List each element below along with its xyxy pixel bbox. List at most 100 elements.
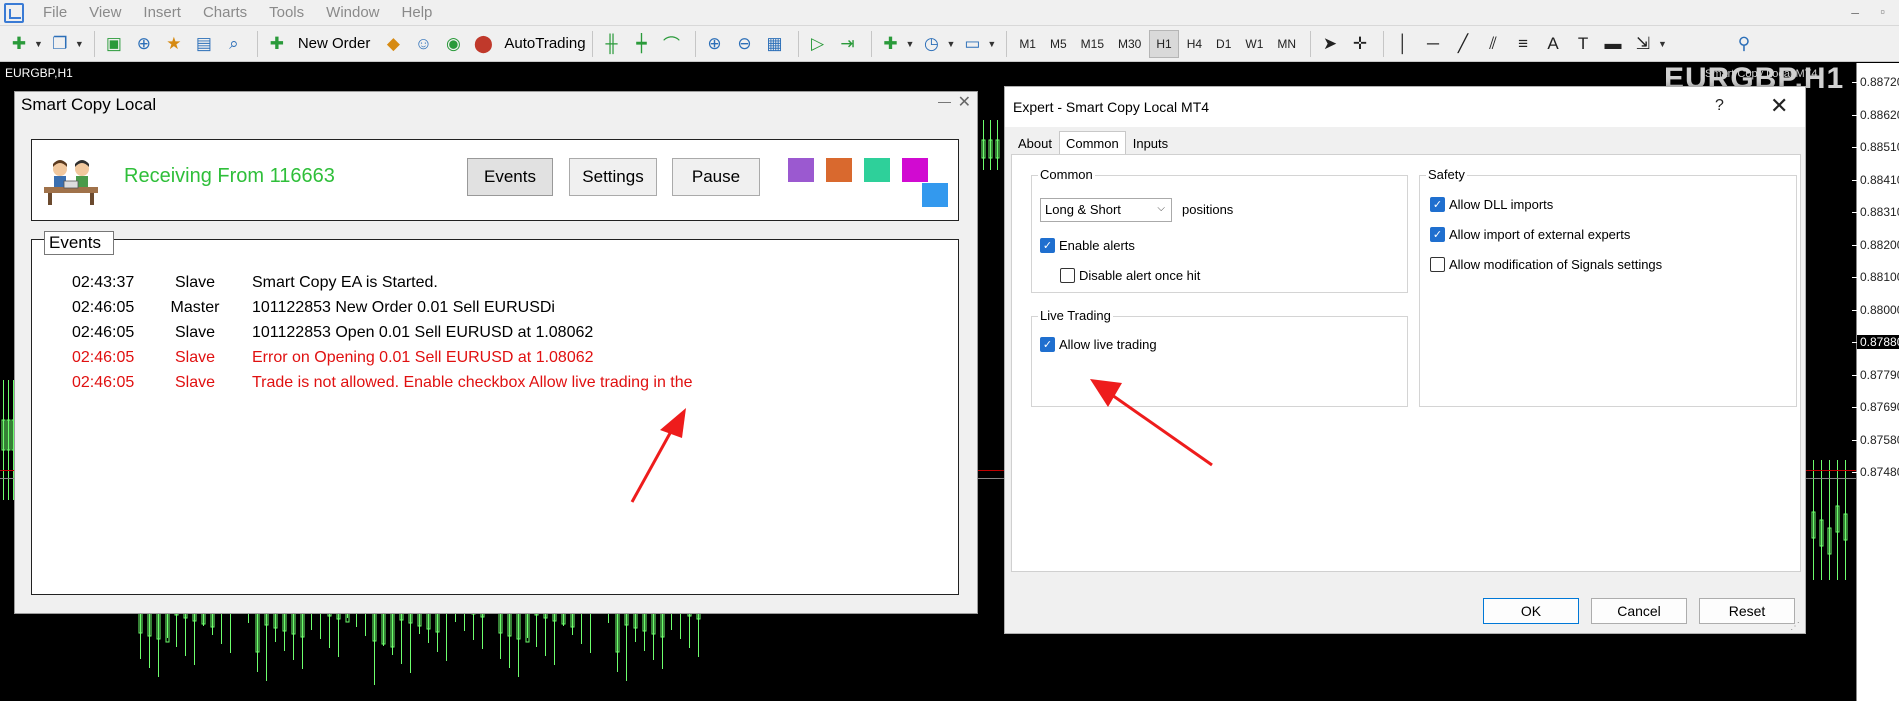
price-axis[interactable]: 0.88720 0.88620 0.88510 0.88410 0.88310 0.882…: [1852, 63, 1899, 701]
event-row: 02:46:05 Slave Error on Opening 0.01 Sel…: [32, 349, 952, 373]
navigator-icon[interactable]: ★: [161, 30, 187, 58]
color-swatch-purple[interactable]: [788, 158, 814, 182]
tab-inputs[interactable]: Inputs: [1126, 131, 1175, 155]
resize-grip-icon[interactable]: ⋰: [1790, 621, 1800, 632]
timeframe-m5[interactable]: M5: [1044, 31, 1073, 57]
timeframe-h1[interactable]: H1: [1149, 29, 1179, 58]
event-time: 02:46:05: [72, 374, 135, 391]
zoom-out-icon[interactable]: ⊖: [732, 30, 758, 58]
window-minimize-button[interactable]: –: [1851, 4, 1859, 20]
price-tick-label: 0.87690: [1852, 400, 1899, 414]
menu-insert[interactable]: Insert: [132, 4, 192, 21]
enable-alerts-checkbox[interactable]: ✓ Enable alerts: [1040, 238, 1135, 253]
indicators-icon[interactable]: ✚: [878, 30, 904, 58]
cancel-button[interactable]: Cancel: [1591, 598, 1687, 624]
checkbox-box[interactable]: [1060, 268, 1075, 283]
channel-icon[interactable]: ⫽: [1480, 30, 1506, 58]
vertical-line-icon[interactable]: │: [1390, 30, 1416, 58]
tile-windows-icon[interactable]: ▦: [762, 30, 788, 58]
event-time: 02:43:37: [72, 274, 135, 291]
trendline-icon[interactable]: ╱: [1450, 30, 1476, 58]
templates-icon[interactable]: ▭: [959, 30, 985, 58]
tab-about[interactable]: About: [1011, 131, 1059, 155]
crosshair-tool-icon[interactable]: ✛: [1347, 30, 1373, 58]
autotrading-icon[interactable]: ⬤: [470, 30, 496, 58]
new-order-icon[interactable]: ✚: [264, 30, 290, 58]
event-time: 02:46:05: [72, 324, 135, 341]
text-label-icon[interactable]: T: [1570, 30, 1596, 58]
periods-icon[interactable]: ◷: [918, 30, 944, 58]
timeframe-w1[interactable]: W1: [1239, 31, 1269, 57]
disable-alert-once-checkbox[interactable]: Disable alert once hit: [1060, 268, 1200, 283]
market-icon[interactable]: ◉: [440, 30, 466, 58]
timeframe-m30[interactable]: M30: [1112, 31, 1147, 57]
pause-button[interactable]: Pause: [672, 158, 760, 196]
color-swatch-blue[interactable]: [922, 183, 948, 207]
checkbox-box[interactable]: ✓: [1040, 238, 1055, 253]
text-icon[interactable]: A: [1540, 30, 1566, 58]
color-swatch-orange[interactable]: [826, 158, 852, 182]
menu-file[interactable]: File: [32, 4, 78, 21]
terminal-icon[interactable]: ▤: [191, 30, 217, 58]
candle-wick: [990, 120, 991, 170]
color-swatch-teal[interactable]: [864, 158, 890, 182]
window-restore-button[interactable]: ▫: [1880, 4, 1885, 19]
autotrading-button[interactable]: AutoTrading: [504, 35, 585, 52]
allow-live-trading-checkbox[interactable]: ✓ Allow live trading: [1040, 337, 1157, 352]
timeframe-mn[interactable]: MN: [1271, 31, 1302, 57]
menu-tools[interactable]: Tools: [258, 4, 315, 21]
checkbox-box[interactable]: ✓: [1040, 337, 1055, 352]
allow-external-experts-label: Allow import of external experts: [1449, 227, 1631, 242]
timeframe-d1[interactable]: D1: [1210, 31, 1237, 57]
profiles-icon[interactable]: ❐: [47, 30, 73, 58]
price-tick-label: 0.88000: [1852, 303, 1899, 317]
events-panel: Events 02:43:37 Slave Smart Copy EA is S…: [31, 231, 959, 595]
chart-shift-icon[interactable]: ⇥: [835, 30, 861, 58]
crosshair-icon[interactable]: ⊕: [131, 30, 157, 58]
search-icon[interactable]: ⚲: [1731, 30, 1757, 58]
auto-scroll-icon[interactable]: ▷: [805, 30, 831, 58]
menu-view[interactable]: View: [78, 4, 132, 21]
help-button[interactable]: ?: [1715, 97, 1724, 115]
candlestick-chart-icon[interactable]: ┿: [629, 30, 655, 58]
timeframe-h4[interactable]: H4: [1181, 31, 1208, 57]
fibonacci-icon[interactable]: ≡: [1510, 30, 1536, 58]
minimize-button[interactable]: —: [938, 94, 951, 109]
timeframe-m1[interactable]: M1: [1013, 31, 1042, 57]
allow-signals-modification-checkbox[interactable]: Allow modification of Signals settings: [1430, 257, 1662, 272]
market-watch-icon[interactable]: ▣: [101, 30, 127, 58]
timeframe-m15[interactable]: M15: [1075, 31, 1110, 57]
menu-help[interactable]: Help: [391, 4, 444, 21]
allow-dll-imports-checkbox[interactable]: ✓ Allow DLL imports: [1430, 197, 1553, 212]
cursor-icon[interactable]: ➤: [1317, 30, 1343, 58]
menu-window[interactable]: Window: [315, 4, 390, 21]
reset-button[interactable]: Reset: [1699, 598, 1795, 624]
positions-select[interactable]: Long & Short ⌵: [1040, 198, 1172, 222]
menu-charts[interactable]: Charts: [192, 4, 258, 21]
zoom-in-icon[interactable]: ⊕: [702, 30, 728, 58]
checkbox-box[interactable]: ✓: [1430, 197, 1445, 212]
candle-wick: [983, 120, 984, 170]
new-chart-icon[interactable]: ✚: [6, 30, 32, 58]
bar-chart-icon[interactable]: ╫: [599, 30, 625, 58]
arrows-icon[interactable]: ⇲: [1630, 30, 1656, 58]
strategy-tester-icon[interactable]: ⌕: [221, 30, 247, 58]
safety-group: Safety ✓ Allow DLL imports ✓ Allow impor…: [1419, 167, 1797, 407]
rectangle-icon[interactable]: ▬: [1600, 30, 1626, 58]
signals-icon[interactable]: ☺: [410, 30, 436, 58]
close-button[interactable]: ✕: [958, 92, 971, 112]
horizontal-line-icon[interactable]: ─: [1420, 30, 1446, 58]
settings-button[interactable]: Settings: [569, 158, 657, 196]
events-button[interactable]: Events: [467, 158, 553, 196]
ok-button[interactable]: OK: [1483, 598, 1579, 624]
checkbox-box[interactable]: [1430, 257, 1445, 272]
allow-external-experts-checkbox[interactable]: ✓ Allow import of external experts: [1430, 227, 1630, 242]
price-tick-label: 0.87480: [1852, 465, 1899, 479]
checkbox-box[interactable]: ✓: [1430, 227, 1445, 242]
line-chart-icon[interactable]: ⌒: [659, 30, 685, 58]
new-order-button[interactable]: New Order: [298, 35, 371, 52]
tab-common[interactable]: Common: [1058, 131, 1126, 155]
color-swatch-magenta[interactable]: [902, 158, 928, 182]
metaeditor-icon[interactable]: ◆: [380, 30, 406, 58]
dialog-close-button[interactable]: ✕: [1770, 93, 1788, 119]
